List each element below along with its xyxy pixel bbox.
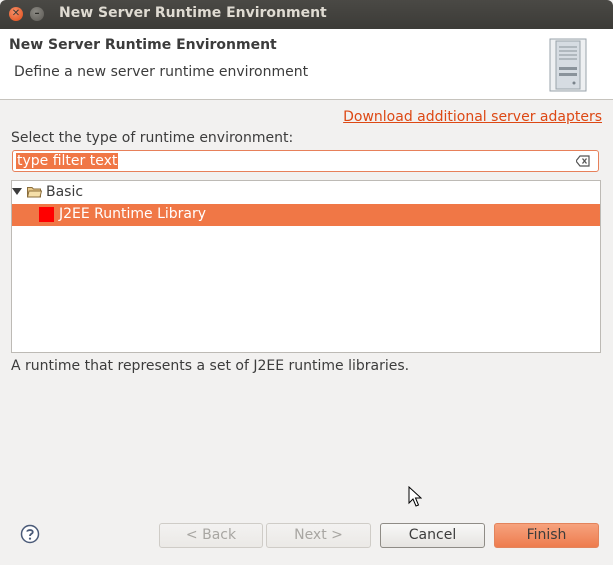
minimize-window-button[interactable]: – [30, 7, 44, 21]
tree-item-label: Basic [46, 184, 84, 200]
download-adapters-link[interactable]: Download additional server adapters [343, 109, 602, 125]
tree-item-j2ee-runtime-library[interactable]: J2EE Runtime Library [12, 204, 600, 226]
runtime-type-label: Select the type of runtime environment: [11, 130, 294, 146]
back-button[interactable]: < Back [159, 523, 263, 548]
runtime-tree[interactable]: Basic J2EE Runtime Library [11, 180, 601, 353]
runtime-library-icon [39, 207, 54, 222]
clear-icon[interactable] [576, 155, 590, 167]
filter-input[interactable]: type filter text [12, 150, 599, 172]
cancel-button[interactable]: Cancel [380, 523, 485, 548]
filter-input-text[interactable]: type filter text [16, 153, 119, 169]
tree-item-basic[interactable]: Basic [12, 182, 600, 204]
window-title: New Server Runtime Environment [59, 5, 327, 21]
close-window-button[interactable]: ✕ [9, 7, 23, 21]
help-icon[interactable] [20, 524, 40, 544]
runtime-description: A runtime that represents a set of J2EE … [11, 358, 410, 374]
page-title: New Server Runtime Environment [9, 37, 277, 53]
finish-button[interactable]: Finish [494, 523, 599, 548]
folder-open-icon [27, 187, 42, 198]
mouse-cursor-icon [408, 486, 422, 507]
wizard-header: New Server Runtime Environment Define a … [0, 29, 613, 100]
tree-item-label: J2EE Runtime Library [59, 206, 207, 222]
next-button[interactable]: Next > [266, 523, 371, 548]
server-icon [549, 38, 587, 92]
page-description: Define a new server runtime environment [14, 64, 309, 80]
title-bar: ✕ – New Server Runtime Environment [0, 0, 613, 29]
chevron-down-icon[interactable] [12, 188, 22, 195]
